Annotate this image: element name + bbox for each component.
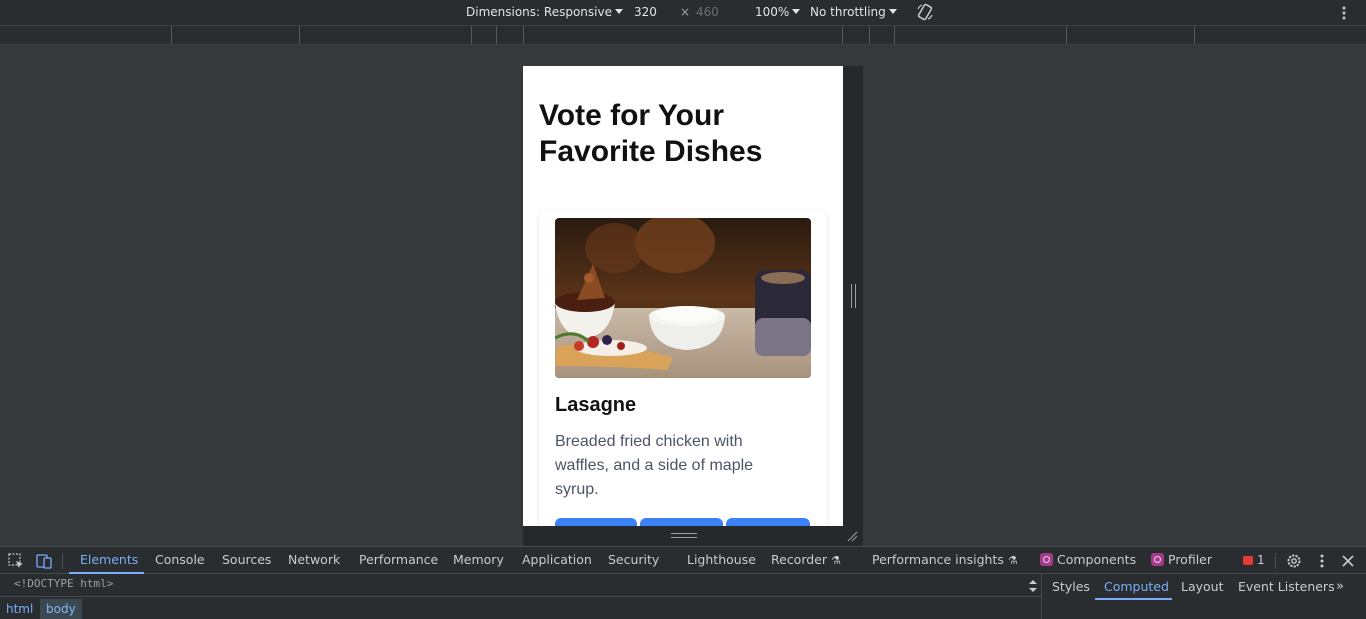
dessert-photo bbox=[555, 218, 811, 378]
ruler-tick[interactable] bbox=[171, 26, 172, 44]
react-icon bbox=[1151, 553, 1164, 566]
flask-icon: ⚗ bbox=[831, 554, 841, 567]
tab-sources[interactable]: Sources bbox=[222, 553, 271, 567]
active-side-tab-indicator bbox=[1095, 598, 1172, 600]
chevron-down-icon bbox=[614, 9, 623, 14]
dish-image bbox=[555, 218, 811, 378]
vote-button-3[interactable] bbox=[726, 518, 810, 526]
tab-recorder[interactable]: Recorder ⚗ bbox=[771, 553, 841, 568]
device-toolbar-icon[interactable] bbox=[35, 552, 53, 570]
tab-computed[interactable]: Computed bbox=[1104, 580, 1169, 594]
tab-components-label: Components bbox=[1057, 552, 1137, 567]
tab-security[interactable]: Security bbox=[608, 553, 659, 567]
vote-button-1[interactable] bbox=[555, 518, 637, 526]
tab-console[interactable]: Console bbox=[155, 553, 205, 567]
ruler-tick[interactable] bbox=[1194, 26, 1195, 44]
device-toolbar: Dimensions: Responsive 320 × 460 100% No… bbox=[0, 0, 1366, 26]
error-icon[interactable] bbox=[1243, 556, 1253, 565]
viewport-resize-handle-bottom[interactable] bbox=[523, 526, 863, 546]
width-input[interactable]: 320 bbox=[634, 5, 657, 19]
media-query-ruler bbox=[0, 26, 1366, 45]
throttling-dropdown[interactable]: No throttling bbox=[810, 5, 897, 19]
ruler-tick[interactable] bbox=[496, 26, 497, 44]
breadcrumb-body[interactable]: body bbox=[40, 599, 82, 619]
tab-components[interactable]: Components bbox=[1040, 553, 1136, 567]
chevron-down-icon bbox=[792, 9, 801, 14]
error-count[interactable]: 1 bbox=[1257, 553, 1265, 567]
tab-network[interactable]: Network bbox=[288, 553, 340, 567]
height-input[interactable]: 460 bbox=[696, 5, 719, 19]
rotate-icon[interactable] bbox=[916, 3, 934, 21]
zoom-label: 100% bbox=[755, 5, 790, 19]
devtools-panel: Elements Console Sources Network Perform… bbox=[0, 546, 1366, 619]
tab-profiler-label: Profiler bbox=[1168, 552, 1213, 567]
throttling-label: No throttling bbox=[810, 5, 886, 19]
grip-icon bbox=[671, 533, 697, 538]
zoom-dropdown[interactable]: 100% bbox=[755, 5, 801, 19]
ruler-tick[interactable] bbox=[869, 26, 870, 44]
double-chevron-right-icon[interactable]: » bbox=[1336, 579, 1344, 594]
tab-performance-insights[interactable]: Performance insights ⚗ bbox=[872, 553, 1018, 568]
separator bbox=[1275, 553, 1276, 569]
tab-styles[interactable]: Styles bbox=[1052, 580, 1090, 594]
gear-icon[interactable] bbox=[1285, 552, 1303, 570]
more-options-icon[interactable] bbox=[1336, 4, 1352, 22]
dom-tree[interactable]: <!DOCTYPE html> bbox=[0, 574, 1041, 596]
ruler-tick[interactable] bbox=[299, 26, 300, 44]
scroll-arrows-icon[interactable] bbox=[1027, 577, 1039, 595]
ruler-tick[interactable] bbox=[842, 26, 843, 44]
page-title: Vote for Your Favorite Dishes bbox=[539, 99, 763, 168]
ruler-tick[interactable] bbox=[894, 26, 895, 44]
tab-memory[interactable]: Memory bbox=[453, 553, 504, 567]
tab-profiler[interactable]: Profiler bbox=[1151, 553, 1212, 567]
ruler-tick[interactable] bbox=[523, 26, 524, 44]
tab-performance-insights-label: Performance insights bbox=[872, 552, 1004, 567]
tab-application[interactable]: Application bbox=[522, 553, 592, 567]
tab-lighthouse[interactable]: Lighthouse bbox=[687, 553, 756, 567]
separator bbox=[62, 553, 63, 569]
inspect-element-icon[interactable] bbox=[7, 552, 25, 570]
tab-recorder-label: Recorder bbox=[771, 552, 828, 567]
device-viewport: Vote for Your Favorite Dishes Lasagne Br… bbox=[523, 66, 843, 526]
breadcrumb-html[interactable]: html bbox=[0, 599, 39, 619]
styles-side-pane: Styles Computed Layout Event Listeners » bbox=[1041, 574, 1366, 619]
tab-elements[interactable]: Elements bbox=[80, 553, 138, 567]
ruler-tick[interactable] bbox=[1066, 26, 1067, 44]
tab-performance[interactable]: Performance bbox=[359, 553, 438, 567]
devtools-tab-bar: Elements Console Sources Network Perform… bbox=[0, 547, 1366, 574]
breadcrumb: html body bbox=[0, 596, 1041, 619]
tab-event-listeners[interactable]: Event Listeners bbox=[1238, 580, 1335, 594]
doctype-node[interactable]: <!DOCTYPE html> bbox=[14, 577, 113, 590]
dish-name: Lasagne bbox=[555, 394, 637, 416]
flask-icon: ⚗ bbox=[1007, 554, 1018, 567]
close-icon[interactable] bbox=[1339, 552, 1357, 570]
times-separator: × bbox=[680, 5, 691, 19]
react-icon bbox=[1040, 553, 1053, 566]
dimensions-label: Dimensions: Responsive bbox=[466, 5, 612, 19]
chevron-down-icon bbox=[888, 9, 897, 14]
resize-corner-icon[interactable] bbox=[846, 530, 858, 542]
vote-button-2[interactable] bbox=[640, 518, 723, 526]
viewport-resize-handle-right[interactable] bbox=[843, 66, 863, 526]
dish-description: Breaded fried chicken with waffles, and … bbox=[555, 433, 754, 498]
ruler-tick[interactable] bbox=[471, 26, 472, 44]
dimensions-dropdown[interactable]: Dimensions: Responsive bbox=[466, 5, 623, 19]
more-options-icon[interactable] bbox=[1313, 552, 1331, 570]
tab-layout[interactable]: Layout bbox=[1181, 580, 1224, 594]
grip-icon bbox=[851, 284, 856, 308]
dish-card: Lasagne Breaded fried chicken with waffl… bbox=[539, 210, 827, 526]
